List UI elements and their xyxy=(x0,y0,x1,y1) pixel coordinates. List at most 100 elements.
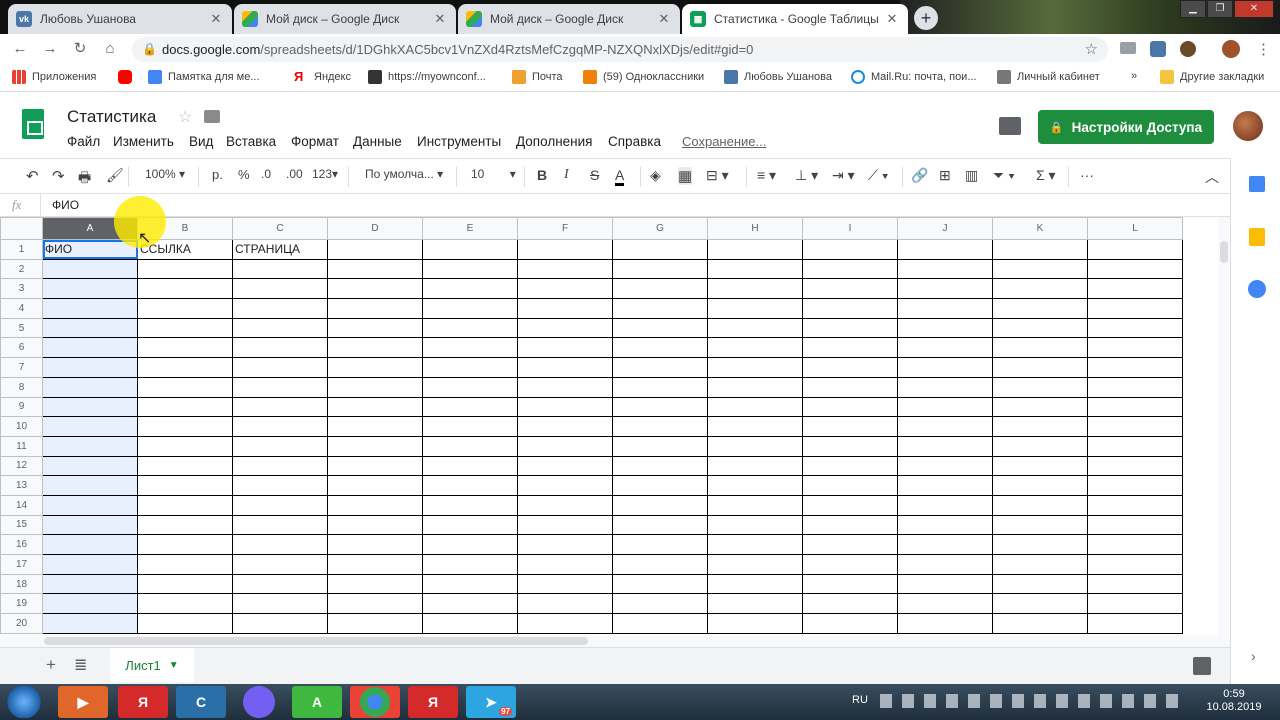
cell-d6[interactable] xyxy=(327,337,423,359)
cell-b14[interactable] xyxy=(137,494,233,516)
cell-f7[interactable] xyxy=(517,357,613,378)
cell-c13[interactable] xyxy=(232,475,328,496)
cell-l13[interactable] xyxy=(1087,475,1183,496)
cell-i13[interactable] xyxy=(802,475,898,496)
cell-a9[interactable] xyxy=(42,396,138,418)
cell-g19[interactable] xyxy=(612,593,708,615)
increase-decimal-button[interactable]: .00 xyxy=(286,167,303,181)
cell-e15[interactable] xyxy=(422,514,518,536)
cell-k18[interactable] xyxy=(992,573,1088,595)
cell-i19[interactable] xyxy=(802,593,898,615)
cell-f5[interactable] xyxy=(517,317,613,339)
row-header[interactable]: 19 xyxy=(0,593,43,615)
cell-g3[interactable] xyxy=(612,278,708,300)
menu-addons[interactable]: Дополнения xyxy=(516,134,592,149)
viber-icon[interactable] xyxy=(243,686,275,718)
cell-l19[interactable] xyxy=(1087,593,1183,615)
bookmark-star-icon[interactable]: ☆ xyxy=(1085,37,1098,62)
close-tab-icon[interactable]: ✕ xyxy=(208,11,224,27)
cell-i5[interactable] xyxy=(802,317,898,339)
menu-format[interactable]: Формат xyxy=(291,134,339,149)
cell-k15[interactable] xyxy=(992,514,1088,536)
cell-f8[interactable] xyxy=(517,376,613,398)
share-button[interactable]: 🔒 Настройки Доступа xyxy=(1038,110,1214,144)
cell-i6[interactable] xyxy=(802,337,898,359)
user-avatar[interactable] xyxy=(1233,111,1263,141)
browser-tab-drive-2[interactable]: Мой диск – Google Диск ✕ xyxy=(458,4,680,34)
cell-i18[interactable] xyxy=(802,573,898,595)
cell-g12[interactable] xyxy=(612,455,708,477)
cell-i2[interactable] xyxy=(802,258,898,280)
cell-i10[interactable] xyxy=(802,416,898,437)
cell-g2[interactable] xyxy=(612,258,708,280)
row-header[interactable]: 14 xyxy=(0,494,43,516)
collapse-menu-icon[interactable]: ︿ xyxy=(1205,167,1219,187)
cell-i20[interactable] xyxy=(802,613,898,634)
cell-b11[interactable] xyxy=(137,435,233,457)
cell-h19[interactable] xyxy=(707,593,803,615)
cell-f3[interactable] xyxy=(517,278,613,300)
bookmark-memo[interactable]: Памятка для ме... xyxy=(148,70,260,84)
cell-j19[interactable] xyxy=(897,593,993,615)
cell-g16[interactable] xyxy=(612,534,708,555)
cell-f2[interactable] xyxy=(517,258,613,280)
cell-j5[interactable] xyxy=(897,317,993,339)
cell-b4[interactable] xyxy=(137,298,233,319)
cell-d11[interactable] xyxy=(327,435,423,457)
vertical-align-icon[interactable]: ⊥ ▾ xyxy=(795,167,818,184)
folder-icon[interactable] xyxy=(204,110,220,123)
bookmark-odnoklassniki[interactable]: (59) Одноклассники xyxy=(583,70,704,84)
cell-h5[interactable] xyxy=(707,317,803,339)
merge-cells-icon[interactable]: ⊟ ▾ xyxy=(706,167,729,184)
scroll-thumb[interactable] xyxy=(1220,241,1228,263)
browser-tab-sheets[interactable]: ▦ Статистика - Google Таблицы ✕ xyxy=(682,4,908,34)
close-window-button[interactable]: ✕ xyxy=(1234,0,1274,18)
cell-k10[interactable] xyxy=(992,416,1088,437)
cell-e6[interactable] xyxy=(422,337,518,359)
cell-a14[interactable] xyxy=(42,494,138,516)
cell-b3[interactable] xyxy=(137,278,233,300)
cell-f4[interactable] xyxy=(517,298,613,319)
cell-a6[interactable] xyxy=(42,337,138,359)
cell-h9[interactable] xyxy=(707,396,803,418)
cell-f13[interactable] xyxy=(517,475,613,496)
cell-g14[interactable] xyxy=(612,494,708,516)
currency-format-button[interactable]: р. xyxy=(212,167,223,182)
row-header[interactable]: 13 xyxy=(0,475,43,496)
row-header[interactable]: 17 xyxy=(0,554,43,575)
cell-j4[interactable] xyxy=(897,298,993,319)
cell-h1[interactable] xyxy=(707,239,803,260)
cell-c6[interactable] xyxy=(232,337,328,359)
cell-b7[interactable] xyxy=(137,357,233,378)
cell-i3[interactable] xyxy=(802,278,898,300)
bookmark-youtube[interactable] xyxy=(118,70,138,84)
cell-k9[interactable] xyxy=(992,396,1088,418)
cell-k20[interactable] xyxy=(992,613,1088,634)
cell-h3[interactable] xyxy=(707,278,803,300)
cell-d4[interactable] xyxy=(327,298,423,319)
cell-i14[interactable] xyxy=(802,494,898,516)
cell-k16[interactable] xyxy=(992,534,1088,555)
vk-extension-icon[interactable] xyxy=(1150,41,1166,57)
italic-button[interactable]: I xyxy=(564,167,569,183)
cell-c18[interactable] xyxy=(232,573,328,595)
cell-e1[interactable] xyxy=(422,239,518,260)
cell-a5[interactable] xyxy=(42,317,138,339)
tray-icons[interactable] xyxy=(880,694,1180,708)
cell-h11[interactable] xyxy=(707,435,803,457)
cell-l5[interactable] xyxy=(1087,317,1183,339)
new-tab-button[interactable]: + xyxy=(914,6,938,30)
cell-d1[interactable] xyxy=(327,239,423,260)
cell-i11[interactable] xyxy=(802,435,898,457)
cell-a17[interactable] xyxy=(42,554,138,575)
cell-k19[interactable] xyxy=(992,593,1088,615)
cell-c15[interactable] xyxy=(232,514,328,536)
forward-button[interactable]: → xyxy=(40,39,60,59)
cell-l14[interactable] xyxy=(1087,494,1183,516)
cell-e8[interactable] xyxy=(422,376,518,398)
cell-a7[interactable] xyxy=(42,357,138,378)
reload-button[interactable]: ↻ xyxy=(70,39,90,59)
cell-e11[interactable] xyxy=(422,435,518,457)
row-header[interactable]: 18 xyxy=(0,573,43,595)
insert-chart-icon[interactable]: ▥ xyxy=(965,167,978,184)
